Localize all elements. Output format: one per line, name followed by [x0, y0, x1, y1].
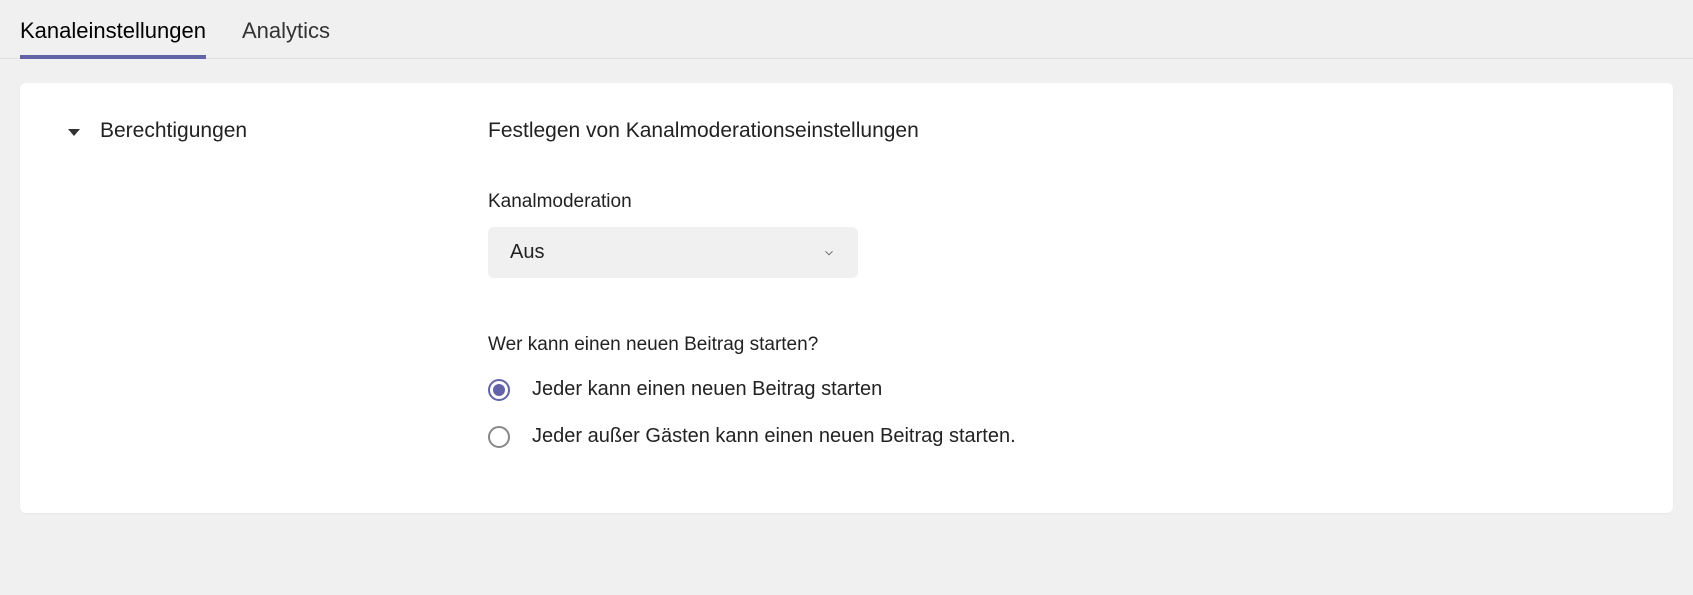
- radio-dot-icon: [493, 384, 505, 396]
- tab-label: Kanaleinstellungen: [20, 18, 206, 43]
- dropdown-value: Aus: [510, 241, 544, 264]
- post-question-label: Wer kann einen neuen Beitrag starten?: [488, 334, 1625, 356]
- settings-panel: Berechtigungen Festlegen von Kanalmodera…: [20, 83, 1673, 513]
- radio-option-except-guests[interactable]: Jeder außer Gästen kann einen neuen Beit…: [488, 425, 1625, 448]
- section-header[interactable]: Berechtigungen: [68, 119, 488, 143]
- tab-analytics[interactable]: Analytics: [242, 18, 330, 58]
- post-radio-group: Jeder kann einen neuen Beitrag starten J…: [488, 378, 1625, 448]
- tab-label: Analytics: [242, 18, 330, 43]
- moderation-label: Kanalmoderation: [488, 191, 1625, 213]
- radio-label: Jeder kann einen neuen Beitrag starten: [532, 378, 882, 401]
- panel-wrapper: Berechtigungen Festlegen von Kanalmodera…: [0, 59, 1693, 513]
- section-title: Berechtigungen: [100, 119, 247, 143]
- tab-channel-settings[interactable]: Kanaleinstellungen: [20, 18, 206, 58]
- caret-down-icon: [68, 129, 80, 136]
- chevron-down-icon: [822, 246, 836, 260]
- permissions-section: Berechtigungen Festlegen von Kanalmodera…: [68, 119, 1625, 448]
- tab-bar: Kanaleinstellungen Analytics: [0, 0, 1693, 59]
- moderation-dropdown[interactable]: Aus: [488, 227, 858, 278]
- radio-icon: [488, 426, 510, 448]
- section-description: Festlegen von Kanalmoderationseinstellun…: [488, 119, 1625, 143]
- radio-label: Jeder außer Gästen kann einen neuen Beit…: [532, 425, 1016, 448]
- radio-icon: [488, 379, 510, 401]
- radio-option-everyone[interactable]: Jeder kann einen neuen Beitrag starten: [488, 378, 1625, 401]
- section-content: Festlegen von Kanalmoderationseinstellun…: [488, 119, 1625, 448]
